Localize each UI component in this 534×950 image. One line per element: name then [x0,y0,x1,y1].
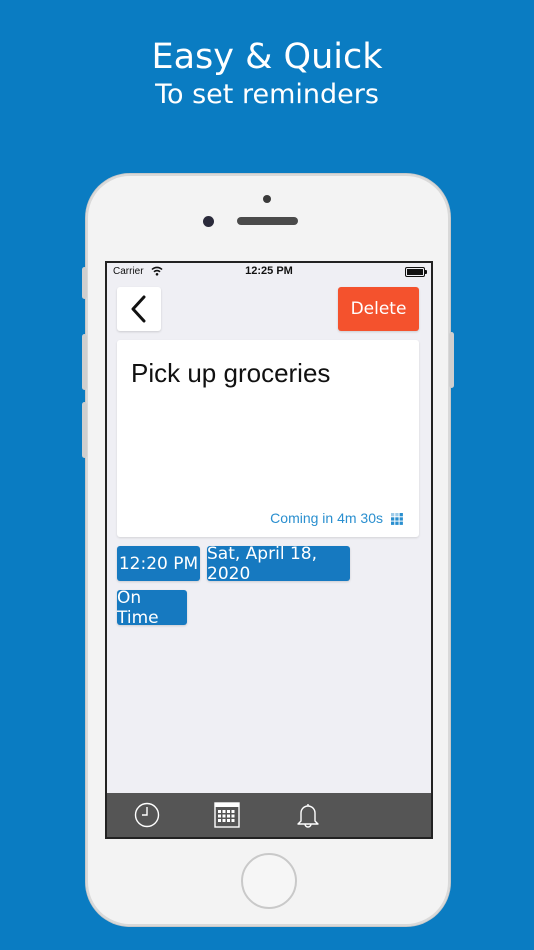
back-button[interactable] [117,287,161,331]
battery-icon [405,267,427,277]
clock-icon [134,802,160,828]
earpiece-speaker [237,217,298,225]
date-chip[interactable]: Sat, April 18, 2020 [207,544,350,584]
bell-icon [297,804,319,828]
reminder-card[interactable]: Pick up groceries Coming in 4m 30s [117,340,419,537]
tab-notifications[interactable] [294,801,322,829]
promo-subtitle: To set reminders [155,79,379,110]
countdown-label: Coming in 4m 30s [270,510,383,526]
volume-down-button [82,402,87,458]
volume-up-button [82,334,87,390]
app-screen: Carrier 12:25 PM Delete Pick up grocerie… [105,261,433,839]
delete-button[interactable]: Delete [338,287,419,331]
time-chip[interactable]: 12:20 PM [117,546,200,581]
power-button [449,332,454,388]
calendar-icon [214,802,240,828]
mute-switch [82,267,87,299]
promo-title: Easy & Quick [151,37,383,77]
tab-bar [107,793,431,837]
proximity-sensor [263,195,271,203]
chevron-left-icon [131,295,146,323]
on-time-chip[interactable]: On Time [117,588,187,628]
front-camera [203,216,214,227]
phone-frame: Carrier 12:25 PM Delete Pick up grocerie… [82,174,454,926]
tab-clock[interactable] [133,801,161,829]
tab-calendar[interactable] [213,801,241,829]
status-bar: Carrier 12:25 PM [107,263,431,281]
promo-headline: Easy & Quick To set reminders [0,36,534,112]
home-button[interactable] [241,853,297,909]
status-time: 12:25 PM [245,265,293,277]
reminder-title[interactable]: Pick up groceries [131,358,330,389]
grid-icon [391,513,403,525]
